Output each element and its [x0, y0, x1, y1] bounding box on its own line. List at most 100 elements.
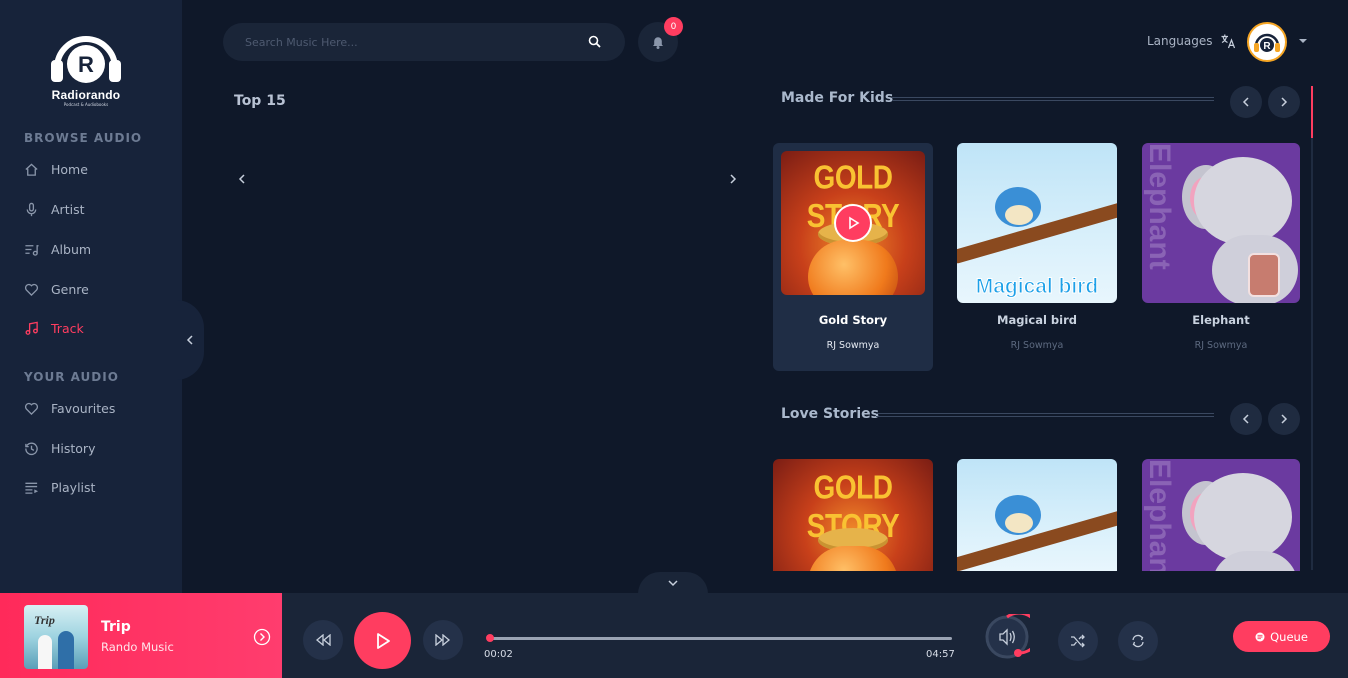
notification-count-badge: 0 — [664, 17, 683, 36]
queue-icon — [1255, 632, 1265, 641]
current-time: 00:02 — [484, 649, 513, 660]
now-playing-title: Trip — [101, 619, 131, 635]
section-title-made-for-kids: Made For Kids — [781, 90, 894, 106]
sidebar-item-favourites[interactable]: Favourites — [24, 398, 115, 418]
section2-prev-button[interactable] — [1230, 403, 1262, 435]
repeat-button[interactable] — [1118, 621, 1158, 661]
search-icon[interactable] — [587, 34, 603, 50]
caret-down-icon[interactable] — [1298, 37, 1308, 45]
chevron-circle-right-icon[interactable] — [253, 628, 271, 646]
heart-icon — [25, 402, 38, 415]
top15-next-button[interactable] — [724, 170, 742, 188]
translate-icon — [1221, 34, 1236, 49]
audio-card-magical-bird[interactable]: Magical bird Magical bird RJ Sowmya — [957, 143, 1117, 371]
queue-button[interactable]: Queue — [1233, 621, 1330, 652]
card-title: Elephant — [1192, 313, 1250, 327]
album-list-icon — [25, 244, 39, 256]
rewind-button[interactable] — [303, 620, 343, 660]
user-avatar[interactable]: R — [1247, 22, 1287, 62]
bell-icon — [653, 37, 663, 49]
play-overlay-button[interactable] — [834, 204, 872, 242]
genre-icon — [25, 283, 38, 296]
languages-label: Languages — [1147, 34, 1213, 48]
chevron-left-icon — [1242, 97, 1249, 107]
svg-text:R: R — [1263, 41, 1271, 52]
headphones-logo-icon: R — [49, 28, 123, 86]
section1-prev-button[interactable] — [1230, 86, 1262, 118]
sidebar-item-label: Album — [51, 241, 92, 257]
sidebar-item-label: Track — [51, 320, 84, 336]
user-avatar-logo-icon: R — [1254, 33, 1280, 52]
search-input[interactable] — [245, 35, 587, 49]
player-expand-button[interactable] — [638, 572, 708, 594]
scrollbar-thumb[interactable] — [1311, 86, 1313, 138]
sidebar: R Radiorando Podcast & Audiobooks BROWSE… — [0, 0, 182, 593]
chevron-right-icon — [1281, 97, 1288, 107]
brand-name: Radiorando — [51, 88, 121, 102]
card-artwork: GOLD STORY — [781, 151, 925, 295]
sidebar-item-genre[interactable]: Genre — [24, 279, 89, 299]
now-playing-artist: Rando Music — [101, 640, 174, 654]
volume-button[interactable] — [984, 614, 1030, 660]
home-icon — [25, 162, 38, 176]
audio-card-love-2[interactable] — [957, 459, 1117, 571]
sidebar-item-artist[interactable]: Artist — [24, 199, 84, 219]
svg-text:R: R — [78, 52, 94, 77]
chevron-down-icon — [668, 580, 678, 587]
card-artist: RJ Sowmya — [1194, 340, 1248, 351]
microphone-icon — [26, 202, 37, 216]
shuffle-button[interactable] — [1058, 621, 1098, 661]
section1-next-button[interactable] — [1268, 86, 1300, 118]
sidebar-item-history[interactable]: History — [24, 438, 95, 458]
sidebar-item-label: Playlist — [51, 479, 96, 495]
progress-slider[interactable] — [486, 634, 952, 642]
history-icon — [25, 442, 38, 455]
sidebar-item-label: Genre — [51, 281, 89, 297]
chevron-right-icon — [730, 174, 737, 184]
brand-logo[interactable]: R Radiorando Podcast & Audiobooks — [46, 28, 126, 107]
audio-card-love-3[interactable]: Elephant — [1142, 459, 1300, 571]
fast-forward-button[interactable] — [423, 620, 463, 660]
sidebar-item-label: Home — [51, 161, 88, 177]
section-title-love-stories: Love Stories — [781, 406, 879, 422]
play-icon — [376, 632, 390, 649]
chevron-left-icon — [238, 174, 245, 184]
brand-tagline: Podcast & Audiobooks — [63, 102, 109, 107]
sidebar-item-label: History — [51, 440, 96, 456]
top15-prev-button[interactable] — [233, 170, 251, 188]
section-divider — [876, 413, 1214, 417]
card-artist: RJ Sowmya — [1010, 340, 1064, 351]
card-artwork: Elephant — [1142, 459, 1300, 571]
card-title: Gold Story — [818, 313, 888, 327]
audio-card-love-1[interactable]: GOLD STORY — [773, 459, 933, 571]
sidebar-item-label: Favourites — [51, 400, 116, 416]
now-playing-cover[interactable]: Trip — [24, 605, 88, 669]
card-artwork: Magical bird — [957, 143, 1117, 303]
total-time: 04:57 — [926, 649, 955, 660]
card-artist: RJ Sowmya — [826, 340, 880, 351]
sidebar-item-track[interactable]: Track — [24, 318, 84, 338]
sidebar-item-playlist[interactable]: Playlist — [24, 477, 95, 497]
card-artwork: Elephant — [1142, 143, 1300, 303]
sidebar-item-home[interactable]: Home — [24, 159, 88, 179]
sidebar-item-album[interactable]: Album — [24, 239, 91, 259]
audio-card-gold-story[interactable]: GOLD STORY Gold Story RJ Sowmya — [773, 143, 933, 371]
section2-next-button[interactable] — [1268, 403, 1300, 435]
rewind-icon — [315, 634, 331, 646]
sidebar-item-label: Artist — [51, 201, 85, 217]
chevron-right-icon — [1281, 414, 1288, 424]
artwork-text: Elephant — [1143, 143, 1176, 270]
languages-button[interactable]: Languages — [1147, 33, 1236, 49]
shuffle-icon — [1071, 634, 1085, 648]
sidebar-collapse-button[interactable] — [176, 300, 204, 380]
your-audio-heading: YOUR AUDIO — [24, 370, 119, 384]
queue-label: Queue — [1270, 629, 1308, 644]
top-15-title: Top 15 — [234, 93, 286, 109]
audio-card-elephant[interactable]: Elephant Elephant RJ Sowmya — [1142, 143, 1300, 371]
fast-forward-icon — [435, 634, 451, 646]
browse-audio-heading: BROWSE AUDIO — [24, 131, 143, 145]
scrollbar-track[interactable] — [1311, 86, 1313, 570]
music-note-icon — [25, 321, 38, 335]
play-button[interactable] — [354, 612, 411, 669]
artwork-text: Magical bird — [975, 275, 1099, 299]
